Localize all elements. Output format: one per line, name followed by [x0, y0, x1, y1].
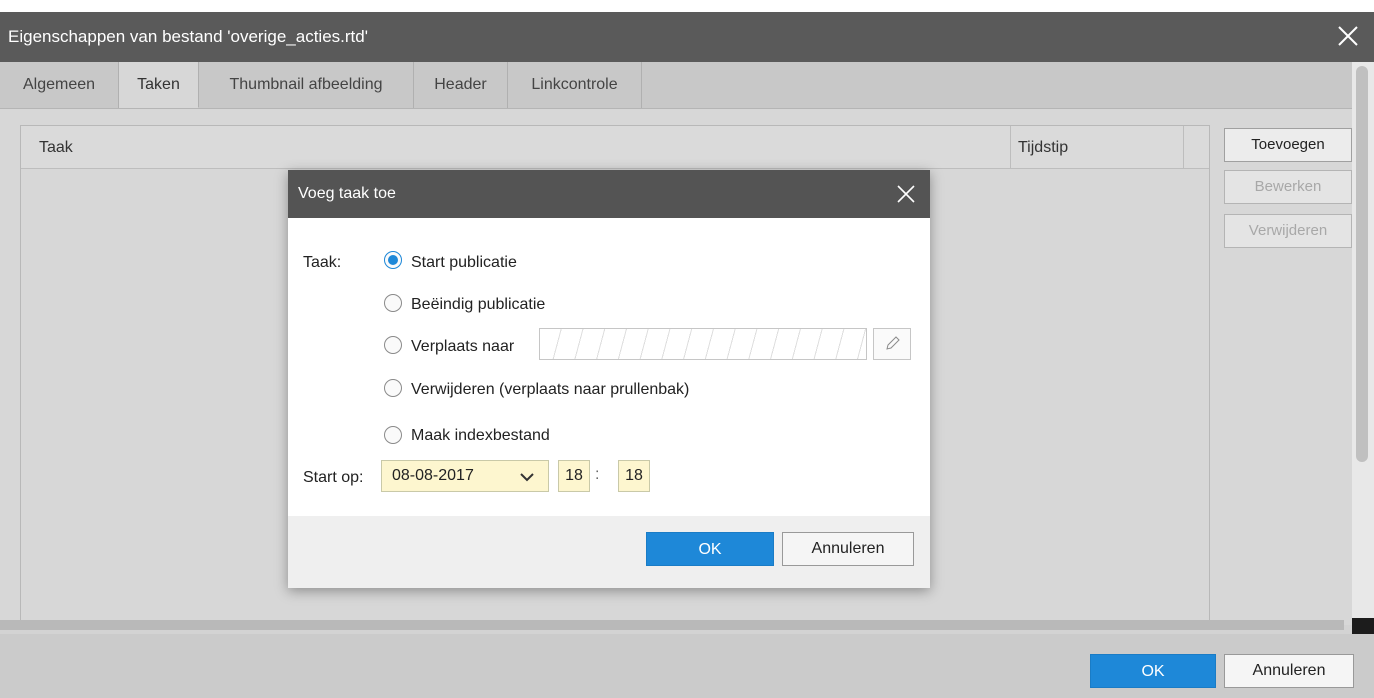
- scrollbar-thumb[interactable]: [1356, 66, 1368, 462]
- horizontal-scrollbar[interactable]: [0, 620, 1344, 630]
- radio-beeindig-publicatie[interactable]: [384, 294, 402, 312]
- add-task-button[interactable]: Toevoegen: [1224, 128, 1352, 162]
- dialog-title: Eigenschappen van bestand 'overige_actie…: [8, 27, 368, 46]
- tab-linkcontrole[interactable]: Linkcontrole: [508, 62, 642, 108]
- pencil-icon: [886, 336, 900, 350]
- table-header: Taak Tijdstip: [21, 126, 1209, 169]
- tab-header[interactable]: Header: [414, 62, 508, 108]
- option-label-maak-indexbestand[interactable]: Maak indexbestand: [411, 427, 550, 445]
- edit-path-button[interactable]: [873, 328, 911, 360]
- task-label: Taak:: [303, 254, 342, 271]
- dialog-titlebar: Eigenschappen van bestand 'overige_actie…: [0, 0, 1374, 62]
- column-divider: [1010, 126, 1011, 169]
- dialog-footer: OK Annuleren: [0, 634, 1374, 698]
- start-date-select[interactable]: 08-08-2017: [381, 460, 549, 492]
- delete-task-button[interactable]: Verwijderen: [1224, 214, 1352, 248]
- column-header-taak[interactable]: Taak: [39, 126, 73, 169]
- start-date-label: Start op:: [303, 469, 364, 486]
- vertical-scrollbar[interactable]: [1352, 62, 1374, 618]
- close-icon[interactable]: [1336, 24, 1360, 48]
- time-separator: :: [595, 466, 600, 483]
- cancel-button[interactable]: Annuleren: [1224, 654, 1354, 688]
- tab-thumbnail-afbeelding[interactable]: Thumbnail afbeelding: [199, 62, 414, 108]
- scrollbar-corner: [1352, 618, 1374, 634]
- option-label-verwijderen[interactable]: Verwijderen (verplaats naar prullenbak): [411, 381, 689, 399]
- modal-ok-button[interactable]: OK: [646, 532, 774, 566]
- option-label-verplaats-naar[interactable]: Verplaats naar: [411, 338, 514, 356]
- target-folder-field[interactable]: [539, 328, 867, 360]
- add-task-dialog: Voeg taak toe Taak: Start publicatie Beë…: [288, 170, 930, 588]
- column-header-tijdstip[interactable]: Tijdstip: [1018, 126, 1068, 169]
- tab-bar: Algemeen Taken Thumbnail afbeelding Head…: [0, 62, 1352, 109]
- radio-start-publicatie[interactable]: [384, 251, 402, 269]
- chevron-down-icon: [520, 473, 534, 482]
- start-date-value: 08-08-2017: [392, 467, 474, 484]
- minute-field[interactable]: 18: [618, 460, 650, 492]
- tab-taken[interactable]: Taken: [119, 62, 199, 108]
- tab-algemeen[interactable]: Algemeen: [0, 62, 119, 108]
- option-label-start-publicatie[interactable]: Start publicatie: [411, 254, 517, 272]
- ok-button[interactable]: OK: [1090, 654, 1216, 688]
- modal-header: Voeg taak toe: [288, 170, 930, 218]
- radio-maak-indexbestand[interactable]: [384, 426, 402, 444]
- radio-verwijderen[interactable]: [384, 379, 402, 397]
- close-icon[interactable]: [896, 184, 916, 204]
- column-divider: [1183, 126, 1184, 169]
- modal-cancel-button[interactable]: Annuleren: [782, 532, 914, 566]
- modal-footer: OK Annuleren: [288, 516, 930, 588]
- modal-title: Voeg taak toe: [298, 185, 396, 202]
- option-label-beeindig-publicatie[interactable]: Beëindig publicatie: [411, 296, 545, 314]
- radio-verplaats-naar[interactable]: [384, 336, 402, 354]
- hour-field[interactable]: 18: [558, 460, 590, 492]
- edit-task-button[interactable]: Bewerken: [1224, 170, 1352, 204]
